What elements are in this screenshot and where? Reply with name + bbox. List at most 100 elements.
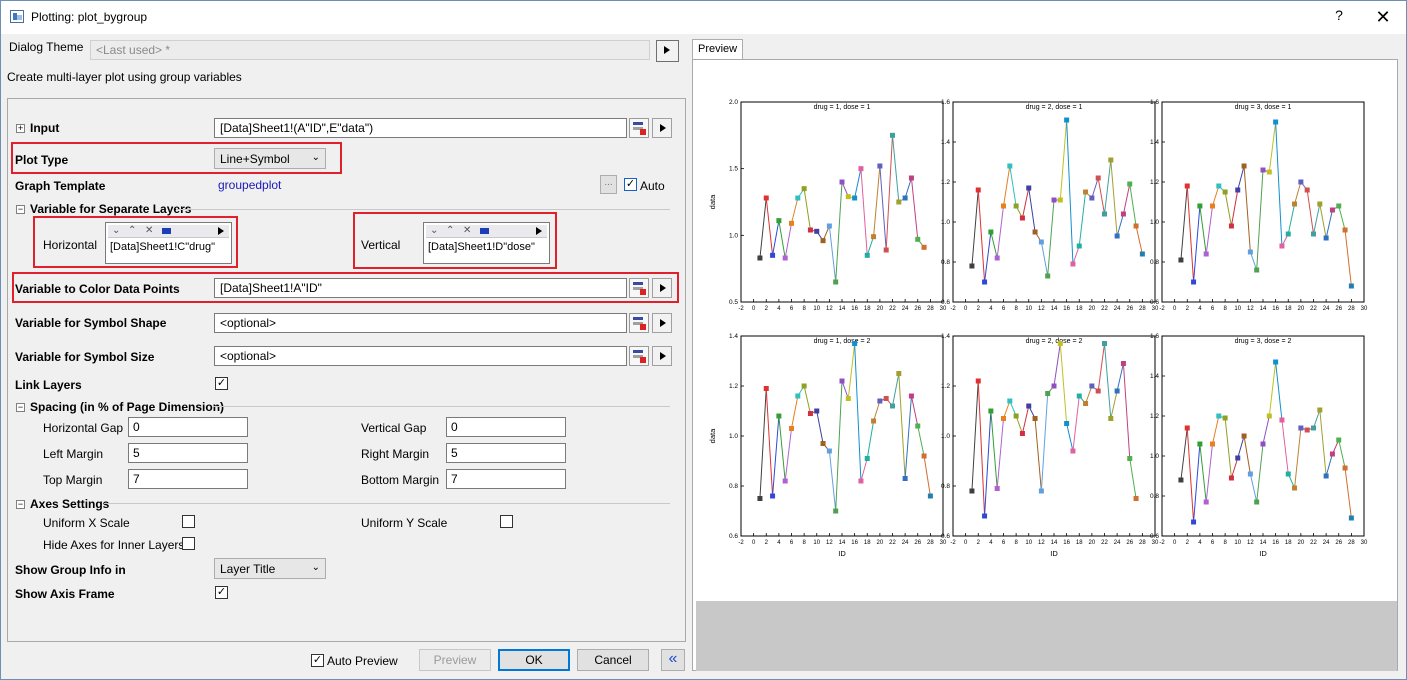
series-line-segment: [1066, 423, 1074, 452]
y-tick-label: 1.0: [941, 433, 950, 440]
data-point: [890, 403, 895, 409]
x-tick-label: 4: [1198, 306, 1202, 312]
plot-frame: [1161, 101, 1365, 303]
group-info-value: Layer Title: [220, 562, 276, 576]
column-icon[interactable]: [480, 228, 489, 234]
data-point: [921, 244, 927, 250]
x-tick-label: 6: [1002, 306, 1006, 312]
plot-type-select[interactable]: Line+Symbol ⌄: [214, 148, 326, 169]
x-tick-label: 28: [1348, 306, 1355, 312]
remove-icon[interactable]: ✕: [145, 225, 153, 236]
input-expand-icon[interactable]: +: [16, 124, 25, 133]
symbol-size-field[interactable]: <optional>: [214, 346, 627, 366]
data-point: [1279, 417, 1285, 423]
template-browse-button[interactable]: ...: [600, 175, 617, 194]
input-field[interactable]: [Data]Sheet1!(A"ID",E"data"): [214, 118, 627, 138]
data-point: [1191, 279, 1197, 285]
series-line-segment: [1116, 363, 1124, 392]
horizontal-variable-field[interactable]: ⌄ ⌃ ✕ [Data]Sheet1!C"drug": [105, 222, 232, 264]
hide-inner-axes-checkbox[interactable]: [182, 537, 195, 550]
column-icon[interactable]: [162, 228, 171, 234]
x-tick-label: 12: [1247, 540, 1254, 546]
data-point: [1102, 211, 1107, 217]
series-line-segment: [1040, 393, 1049, 492]
axis-frame-checkbox[interactable]: ✓: [215, 586, 228, 599]
auto-template-checkbox[interactable]: ✓: [624, 178, 637, 191]
series-line-segment: [1104, 159, 1112, 215]
play-icon[interactable]: [218, 227, 224, 235]
x-tick-label: 8: [802, 306, 806, 312]
series-line-segment: [1193, 443, 1201, 523]
y-tick-label: 2.0: [729, 99, 738, 106]
series-line-segment: [791, 197, 799, 224]
series-line-segment: [885, 135, 893, 251]
cancel-button[interactable]: Cancel: [577, 649, 649, 671]
vertical-gap-input[interactable]: 0: [446, 417, 566, 437]
sort-asc-icon[interactable]: ⌃: [128, 225, 136, 236]
data-point: [1133, 496, 1139, 501]
bottom-margin-input[interactable]: 7: [446, 469, 566, 489]
x-tick-label: 28: [927, 540, 934, 546]
symbol-shape-menu-button[interactable]: [652, 313, 672, 333]
series-line-segment: [1003, 165, 1011, 207]
range-picker-icon[interactable]: [629, 118, 649, 138]
range-picker-icon[interactable]: [629, 313, 649, 333]
color-points-field[interactable]: [Data]Sheet1!A"ID": [214, 278, 627, 298]
help-button[interactable]: ?: [1331, 7, 1347, 27]
range-picker-icon[interactable]: [629, 346, 649, 366]
series-line-segment: [1256, 443, 1264, 503]
graph-template-link[interactable]: groupedplot: [218, 178, 281, 192]
range-picker-icon[interactable]: [629, 278, 649, 298]
auto-preview-checkbox[interactable]: ✓: [311, 654, 324, 667]
remove-icon[interactable]: ✕: [463, 225, 471, 236]
series-line-segment: [1021, 187, 1030, 219]
symbol-size-label: Variable for Symbol Size: [15, 350, 155, 364]
left-margin-input[interactable]: 5: [128, 443, 248, 463]
close-button[interactable]: ✕: [1374, 6, 1392, 28]
separate-layers-collapse-icon[interactable]: −: [16, 205, 25, 214]
top-margin-input[interactable]: 7: [128, 469, 248, 489]
dialog-theme-field[interactable]: <Last used> *: [90, 40, 650, 60]
symbol-shape-field[interactable]: <optional>: [214, 313, 627, 333]
preview-button[interactable]: Preview: [419, 649, 491, 671]
group-info-select[interactable]: Layer Title ⌄: [214, 558, 326, 579]
y-tick-label: 1.0: [1150, 453, 1159, 460]
horizontal-gap-input[interactable]: 0: [128, 417, 248, 437]
sort-asc-icon[interactable]: ⌃: [446, 225, 454, 236]
input-menu-button[interactable]: [652, 118, 672, 138]
symbol-size-menu-button[interactable]: [652, 346, 672, 366]
series-line-segment: [971, 380, 979, 492]
vertical-variable-field[interactable]: ⌄ ⌃ ✕ [Data]Sheet1!D"dose": [423, 222, 550, 264]
x-tick-label: 24: [902, 540, 909, 546]
link-layers-checkbox[interactable]: ✓: [215, 377, 228, 390]
uniform-y-checkbox[interactable]: [500, 515, 513, 528]
uniform-x-checkbox[interactable]: [182, 515, 195, 528]
axes-collapse-icon[interactable]: −: [16, 500, 25, 509]
play-icon[interactable]: [536, 227, 542, 235]
collapse-preview-button[interactable]: «: [661, 649, 685, 671]
series-line-segment: [1287, 203, 1296, 235]
sort-desc-icon[interactable]: ⌄: [430, 225, 438, 236]
series-line-segment: [860, 458, 868, 482]
x-tick-label: 2: [765, 540, 769, 546]
tab-preview[interactable]: Preview: [692, 39, 743, 60]
x-tick-label: 10: [1025, 306, 1032, 312]
series-line-segment: [1180, 185, 1188, 261]
data-point: [1127, 181, 1133, 187]
theme-menu-button[interactable]: [656, 40, 679, 62]
sort-desc-icon[interactable]: ⌄: [112, 225, 120, 236]
spacing-collapse-icon[interactable]: −: [16, 403, 25, 412]
x-tick-label: 0: [964, 540, 968, 546]
right-margin-input[interactable]: 5: [446, 443, 566, 463]
data-point: [1127, 456, 1133, 461]
data-point: [1329, 451, 1335, 457]
data-point: [1317, 407, 1323, 413]
color-points-menu-button[interactable]: [652, 278, 672, 298]
x-tick-label: 20: [1089, 540, 1096, 546]
data-point: [807, 227, 813, 233]
data-point: [883, 396, 889, 401]
x-tick-label: 14: [839, 540, 846, 546]
series-line-segment: [816, 410, 824, 444]
x-tick-label: -2: [738, 540, 744, 546]
ok-button[interactable]: OK: [498, 649, 570, 671]
